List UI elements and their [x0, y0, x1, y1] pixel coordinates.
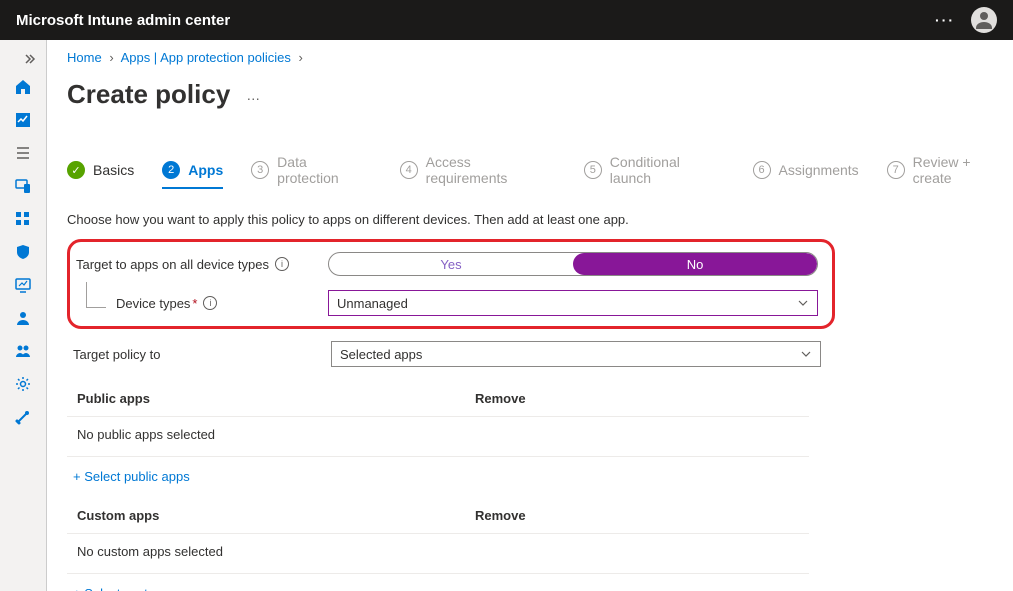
user-icon	[14, 309, 32, 327]
page-title: Create policy	[67, 79, 230, 110]
gear-icon	[14, 375, 32, 393]
device-types-select[interactable]: Unmanaged	[328, 290, 818, 316]
content-area: Home › Apps | App protection policies › …	[46, 40, 1013, 591]
toggle-no[interactable]: No	[573, 253, 817, 275]
sidebar-item-groups[interactable]	[0, 334, 46, 367]
step-conditional-launch[interactable]: 5Conditional launch	[584, 154, 725, 186]
app-title: Microsoft Intune admin center	[16, 12, 935, 29]
tools-icon	[14, 408, 32, 426]
info-icon[interactable]: i	[203, 296, 217, 310]
list-icon	[14, 144, 32, 162]
check-icon: ✓	[67, 161, 85, 179]
chevron-down-icon	[800, 348, 812, 360]
sidebar-item-dashboard[interactable]	[0, 103, 46, 136]
custom-apps-header: Custom apps	[77, 508, 475, 523]
step-assignments[interactable]: 6Assignments	[753, 161, 859, 179]
chevron-right-icon: ›	[109, 50, 113, 65]
public-apps-header: Public apps	[77, 391, 475, 406]
wizard-stepper: ✓Basics 2Apps 3Data protection 4Access r…	[67, 154, 1013, 186]
breadcrumb: Home › Apps | App protection policies ›	[67, 40, 1013, 79]
target-all-label: Target to apps on all device types	[76, 257, 269, 272]
step-description: Choose how you want to apply this policy…	[67, 212, 1013, 227]
dashboard-icon	[14, 111, 32, 129]
topbar: Microsoft Intune admin center ···	[0, 0, 1013, 40]
home-icon	[14, 78, 32, 96]
sidebar	[0, 40, 46, 591]
avatar[interactable]	[971, 7, 997, 33]
topbar-more-button[interactable]: ···	[935, 12, 955, 28]
chevron-down-icon	[797, 297, 809, 309]
chevron-right-icon: ›	[299, 50, 303, 65]
public-apps-section: Public apps Remove No public apps select…	[67, 385, 809, 457]
devices-icon	[14, 177, 32, 195]
shield-icon	[14, 243, 32, 261]
sidebar-item-home[interactable]	[0, 70, 46, 103]
custom-apps-empty-row: No custom apps selected	[67, 534, 809, 574]
highlight-box: Target to apps on all device types i Yes…	[67, 239, 835, 329]
step-basics[interactable]: ✓Basics	[67, 161, 134, 179]
step-access-requirements[interactable]: 4Access requirements	[400, 154, 556, 186]
sidebar-item-troubleshoot[interactable]	[0, 400, 46, 433]
select-public-apps-link[interactable]: + Select public apps	[67, 469, 190, 484]
target-policy-label: Target policy to	[73, 347, 160, 362]
toggle-yes[interactable]: Yes	[329, 253, 573, 275]
remove-header: Remove	[475, 391, 526, 406]
custom-apps-section: Custom apps Remove No custom apps select…	[67, 502, 809, 574]
step-data-protection[interactable]: 3Data protection	[251, 154, 372, 186]
sidebar-item-reports[interactable]	[0, 268, 46, 301]
sidebar-item-tenant-admin[interactable]	[0, 367, 46, 400]
tree-line	[86, 282, 106, 308]
person-icon	[972, 8, 996, 32]
group-icon	[14, 342, 32, 360]
sidebar-item-apps[interactable]	[0, 202, 46, 235]
required-star: *	[192, 296, 197, 311]
sidebar-expand-button[interactable]	[0, 48, 46, 70]
sidebar-item-devices[interactable]	[0, 169, 46, 202]
step-review-create[interactable]: 7Review + create	[887, 154, 1013, 186]
apps-icon	[14, 210, 32, 228]
remove-header: Remove	[475, 508, 526, 523]
sidebar-item-all-services[interactable]	[0, 136, 46, 169]
page-more-button[interactable]: …	[246, 87, 260, 103]
target-policy-select[interactable]: Selected apps	[331, 341, 821, 367]
target-all-toggle[interactable]: Yes No	[328, 252, 818, 276]
monitor-icon	[14, 276, 32, 294]
device-types-label: Device types	[116, 296, 190, 311]
select-custom-apps-link[interactable]: + Select custom apps	[67, 586, 198, 591]
sidebar-item-users[interactable]	[0, 301, 46, 334]
chevron-right-double-icon	[24, 53, 36, 65]
public-apps-empty-row: No public apps selected	[67, 417, 809, 457]
step-apps[interactable]: 2Apps	[162, 161, 223, 189]
sidebar-item-endpoint-security[interactable]	[0, 235, 46, 268]
breadcrumb-apps[interactable]: Apps | App protection policies	[121, 50, 291, 65]
breadcrumb-home[interactable]: Home	[67, 50, 102, 65]
info-icon[interactable]: i	[275, 257, 289, 271]
